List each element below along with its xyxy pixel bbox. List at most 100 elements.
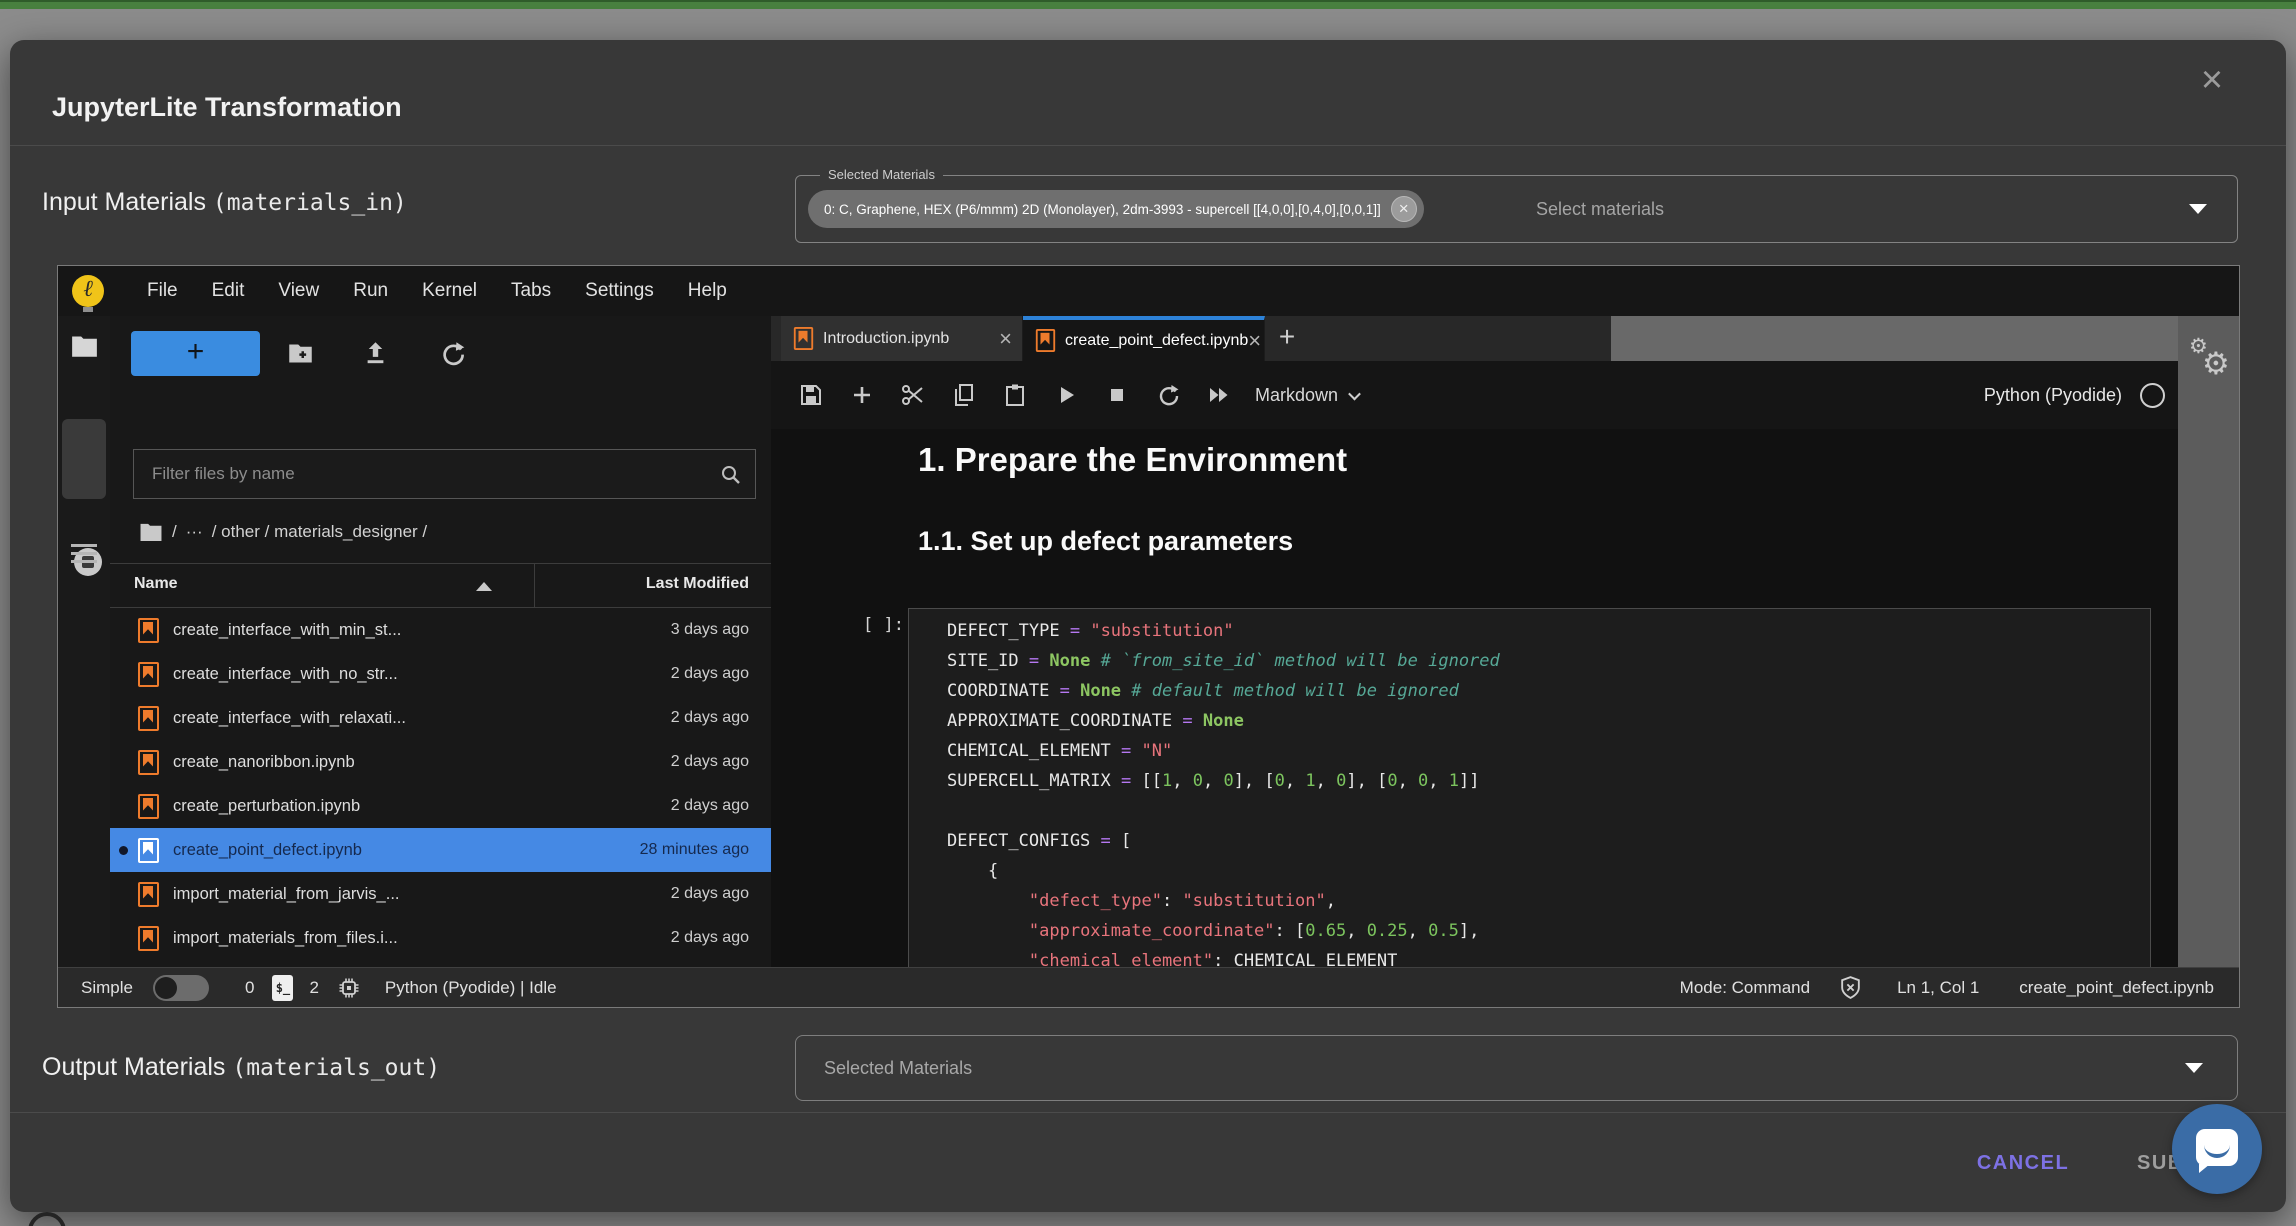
notebook-file-icon <box>138 706 159 731</box>
cell-type-value: Markdown <box>1255 385 1338 406</box>
terminal-count: 0 <box>245 978 254 998</box>
notebook-file-icon <box>138 926 159 951</box>
sort-ascending-icon[interactable] <box>476 582 492 591</box>
select-materials-placeholder: Select materials <box>1536 176 1664 242</box>
menu-item-tabs[interactable]: Tabs <box>494 280 568 302</box>
column-header-name[interactable]: Name <box>134 575 178 593</box>
save-icon[interactable] <box>799 383 823 407</box>
cursor-position[interactable]: Ln 1, Col 1 <box>1897 978 1979 998</box>
kernel-count: 2 <box>309 978 318 998</box>
notebook-file-icon <box>138 838 159 863</box>
chevron-down-icon[interactable] <box>2189 204 2207 214</box>
output-materials-select[interactable]: Selected Materials <box>795 1035 2238 1101</box>
activity-bar <box>58 316 110 967</box>
breadcrumb-root[interactable]: / <box>172 522 177 542</box>
run-cell-icon[interactable] <box>1054 383 1078 407</box>
copy-cells-icon[interactable] <box>952 383 976 407</box>
gear-icon: ⚙ <box>2202 346 2230 382</box>
file-row[interactable]: create_interface_with_min_st...3 days ag… <box>110 608 771 652</box>
output-materials-label-text: Output Materials <box>42 1053 232 1081</box>
close-tab-icon[interactable]: × <box>1248 328 1261 354</box>
restart-kernel-icon[interactable] <box>1156 383 1180 407</box>
input-materials-label-text: Input Materials <box>42 188 213 216</box>
file-modified: 2 days ago <box>671 753 749 771</box>
interrupt-kernel-icon[interactable] <box>1105 383 1129 407</box>
cell-type-dropdown[interactable]: Markdown <box>1255 385 1359 406</box>
file-row[interactable]: create_point_defect.ipynb 28 minutes ago <box>110 828 771 872</box>
refresh-icon[interactable] <box>439 340 466 367</box>
file-row[interactable]: create_interface_with_relaxati...2 days … <box>110 696 771 740</box>
close-tab-icon[interactable]: × <box>999 326 1012 352</box>
material-chip[interactable]: 0: C, Graphene, HEX (P6/mmm) 2D (Monolay… <box>808 190 1424 228</box>
close-icon[interactable]: × <box>2186 54 2238 106</box>
new-tab-button[interactable]: + <box>1265 316 1309 361</box>
table-of-contents-icon[interactable] <box>71 544 97 564</box>
breadcrumb-trail[interactable]: / other / materials_designer / <box>212 522 427 542</box>
menu-item-file[interactable]: File <box>130 280 195 302</box>
notebook-file-icon <box>138 794 159 819</box>
file-modified: 2 days ago <box>671 797 749 815</box>
selected-materials-field[interactable]: Selected Materials 0: C, Graphene, HEX (… <box>795 175 2238 243</box>
file-row[interactable]: import_material_from_jarvis_...2 days ag… <box>110 872 771 916</box>
add-cell-icon[interactable] <box>850 383 874 407</box>
file-modified: 3 days ago <box>671 621 749 639</box>
file-row[interactable]: Introduction.ipynb2 months ago <box>110 960 771 967</box>
file-modified: 2 days ago <box>671 665 749 683</box>
file-modified: 2 days ago <box>671 885 749 903</box>
dialog-title: JupyterLite Transformation <box>52 92 402 123</box>
widget-settings-gears-icon[interactable]: ⚙ ⚙ <box>2189 334 2239 386</box>
filter-files-box <box>133 449 756 499</box>
open-file-dot <box>119 846 128 855</box>
cancel-button[interactable]: CANCEL <box>1947 1135 2099 1191</box>
menu-item-help[interactable]: Help <box>671 280 744 302</box>
notebook-file-icon <box>138 750 159 775</box>
editor-mode[interactable]: Mode: Command <box>1680 978 1810 998</box>
file-modified: 28 minutes ago <box>640 841 749 859</box>
trust-shield-icon[interactable] <box>1838 975 1863 1000</box>
kernel-cpu-icon[interactable] <box>337 976 361 1000</box>
tab-introduction[interactable]: Introduction.ipynb × <box>781 316 1023 361</box>
upload-icon[interactable] <box>362 340 389 367</box>
menu-item-settings[interactable]: Settings <box>568 280 671 302</box>
cut-cells-icon[interactable] <box>901 383 925 407</box>
file-row[interactable]: create_perturbation.ipynb2 days ago <box>110 784 771 828</box>
browser-top-strip <box>0 0 2296 9</box>
menu-item-run[interactable]: Run <box>336 280 405 302</box>
kernel-name[interactable]: Python (Pyodide) <box>1984 385 2122 406</box>
tab-create-point-defect[interactable]: create_point_defect.ipynb × <box>1023 316 1265 361</box>
new-launcher-button[interactable]: + <box>131 331 260 376</box>
notebook-file-icon <box>138 662 159 687</box>
file-name: create_interface_with_no_str... <box>173 665 398 684</box>
running-kernels-tab[interactable] <box>62 419 106 499</box>
paste-cells-icon[interactable] <box>1003 383 1027 407</box>
menu-item-edit[interactable]: Edit <box>195 280 262 302</box>
column-header-last-modified[interactable]: Last Modified <box>646 575 749 593</box>
file-name: create_point_defect.ipynb <box>173 841 362 860</box>
menu-item-view[interactable]: View <box>261 280 336 302</box>
restart-run-all-icon[interactable] <box>1207 383 1231 407</box>
filter-files-input[interactable] <box>134 450 755 498</box>
file-browser-panel: + / ··· / other / materials_designer / N… <box>110 316 771 967</box>
file-row[interactable]: create_nanoribbon.ipynb2 days ago <box>110 740 771 784</box>
kernel-idle-icon[interactable] <box>2140 383 2165 408</box>
chevron-down-icon <box>1348 387 1361 400</box>
code-line: COORDINATE = None # default method will … <box>947 676 2150 706</box>
code-cell[interactable]: DEFECT_TYPE = "substitution"SITE_ID = No… <box>908 608 2151 967</box>
menu-item-kernel[interactable]: Kernel <box>405 280 494 302</box>
file-browser-icon[interactable] <box>71 334 98 358</box>
terminal-icon[interactable]: $_ <box>272 975 293 1001</box>
jupyterlite-widget: ℓ FileEditViewRunKernelTabsSettingsHelp … <box>57 265 2240 1008</box>
code-line <box>947 796 2150 826</box>
file-row[interactable]: create_interface_with_no_str... 2 days ag… <box>110 652 771 696</box>
kernel-status[interactable]: Python (Pyodide) | Idle <box>385 978 557 998</box>
breadcrumb-ellipsis[interactable]: ··· <box>186 522 203 542</box>
file-list: create_interface_with_min_st...3 days ag… <box>110 608 771 967</box>
chip-remove-icon[interactable]: × <box>1391 196 1417 222</box>
home-folder-icon[interactable] <box>139 522 163 542</box>
file-row[interactable]: import_materials_from_files.i...2 days a… <box>110 916 771 960</box>
dock-panel: ⚙ ⚙ Introduction.ipynb × create_point_de… <box>771 316 2239 967</box>
chat-support-button[interactable] <box>2172 1104 2262 1194</box>
material-chip-label: 0: C, Graphene, HEX (P6/mmm) 2D (Monolay… <box>824 202 1381 217</box>
simple-mode-toggle[interactable] <box>153 975 209 1001</box>
new-folder-icon[interactable] <box>287 340 314 367</box>
